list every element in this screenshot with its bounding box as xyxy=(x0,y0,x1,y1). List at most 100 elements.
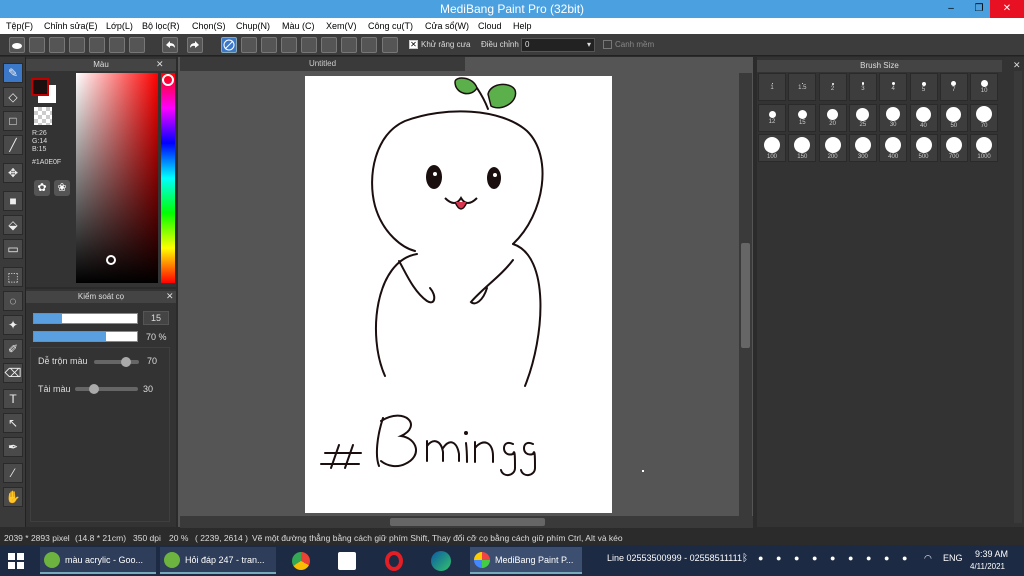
divide-tool-icon[interactable]: ✒ xyxy=(3,437,23,457)
gradient-tool-icon[interactable]: ▭ xyxy=(3,239,23,259)
clock-date[interactable]: 4/11/2021 xyxy=(970,562,1005,571)
brush-size-option[interactable]: 5 xyxy=(909,73,938,101)
close-icon[interactable]: ✕ xyxy=(166,291,174,302)
brush-size-option[interactable]: 10 xyxy=(970,73,999,101)
brush-size-option[interactable]: 4 xyxy=(879,73,908,101)
brush-size-option[interactable]: 40 xyxy=(909,103,938,132)
select-tool-icon[interactable]: ⬚ xyxy=(3,267,23,287)
tray-app-icon[interactable]: ● xyxy=(830,553,835,563)
bucket-tool-icon[interactable]: ⬙ xyxy=(3,215,23,235)
clock-time[interactable]: 9:39 AM xyxy=(975,549,1008,559)
hue-slider[interactable] xyxy=(161,73,175,283)
cross-snap-icon[interactable] xyxy=(261,37,277,53)
comment-icon[interactable] xyxy=(49,37,65,53)
curve-snap-icon[interactable] xyxy=(341,37,357,53)
taskbar-app-chrome-2[interactable]: Hỏi đáp 247 - tran... xyxy=(160,547,276,574)
brush-size-option[interactable]: 1 xyxy=(758,73,786,101)
pinned-app-icon[interactable] xyxy=(338,552,356,570)
menu-select[interactable]: Chọn(S) xyxy=(192,21,226,31)
menu-color[interactable]: Màu (C) xyxy=(282,21,315,31)
saturation-value-picker[interactable] xyxy=(76,73,158,283)
tray-app-icon[interactable]: ● xyxy=(758,553,763,563)
operation-tool-icon[interactable]: ↖ xyxy=(3,413,23,433)
menu-file[interactable]: Tệp(F) xyxy=(6,21,33,31)
brush-size-option[interactable]: 12 xyxy=(758,103,786,132)
vanishing-snap-icon[interactable] xyxy=(281,37,297,53)
restore-button[interactable]: ❐ xyxy=(966,0,992,18)
brush-size-option[interactable]: 7 xyxy=(939,73,968,101)
minimize-button[interactable]: – xyxy=(938,0,964,18)
tray-app-icon[interactable]: ● xyxy=(902,553,907,563)
taskbar-app-medibang[interactable]: MediBang Paint P... xyxy=(470,547,582,574)
document-tab[interactable]: Untitled xyxy=(180,57,465,71)
message-icon[interactable] xyxy=(69,37,85,53)
horizontal-scrollbar[interactable] xyxy=(180,516,753,528)
foreground-color-swatch[interactable] xyxy=(31,78,49,96)
adjust-select[interactable]: 0 ▾ xyxy=(521,38,595,52)
palette-icon[interactable]: ✿ xyxy=(34,180,50,196)
tray-app-icon[interactable]: ● xyxy=(884,553,889,563)
eyedropper-icon[interactable]: ⁄ xyxy=(3,463,23,483)
eraser-tool-icon[interactable]: ◇ xyxy=(3,87,23,107)
brush-tool-icon[interactable]: ✎ xyxy=(3,63,23,83)
radial-snap-icon[interactable] xyxy=(301,37,317,53)
brush-size-option[interactable]: 2 xyxy=(818,73,847,101)
tray-app-icon[interactable]: ● xyxy=(794,553,799,563)
brush-size-option[interactable]: 300 xyxy=(848,134,877,162)
tray-app-icon[interactable]: ● xyxy=(776,553,781,563)
mix-knob[interactable] xyxy=(120,357,131,367)
circle-snap-icon[interactable] xyxy=(361,37,377,53)
close-icon[interactable]: ✕ xyxy=(156,59,164,70)
transparent-swatch[interactable] xyxy=(34,107,52,125)
brush-size-option[interactable]: 400 xyxy=(879,134,908,162)
dot-tool-icon[interactable]: □ xyxy=(3,111,23,131)
edge-checkbox[interactable] xyxy=(603,40,612,49)
opera-icon[interactable] xyxy=(385,551,403,571)
lasso-tool-icon[interactable]: ◌ xyxy=(3,291,23,311)
close-icon[interactable]: ✕ xyxy=(1013,60,1021,71)
text-tool-icon[interactable]: T xyxy=(3,389,23,409)
brush-size-option[interactable]: 25 xyxy=(848,103,877,132)
brush-size-option[interactable]: 200 xyxy=(818,134,847,162)
menu-cloud[interactable]: Cloud xyxy=(478,21,502,31)
brush-opacity-bar[interactable] xyxy=(33,331,138,342)
edge-icon[interactable] xyxy=(431,551,451,571)
mix-slider[interactable] xyxy=(94,357,139,367)
vertical-scrollbar[interactable] xyxy=(739,73,752,516)
vertical-scroll-thumb[interactable] xyxy=(741,243,750,348)
brush-size-option[interactable]: 1000 xyxy=(970,134,999,162)
wifi-icon[interactable]: ◠ xyxy=(924,553,932,564)
menu-view[interactable]: Xem(V) xyxy=(326,21,357,31)
brush-size-value[interactable]: 15 xyxy=(143,311,169,325)
document-icon[interactable] xyxy=(89,37,105,53)
brush-size-option[interactable]: 3 xyxy=(848,73,877,101)
brush-size-option[interactable]: 500 xyxy=(909,134,938,162)
brush-size-option[interactable]: 1.5 xyxy=(788,73,817,101)
brush-size-scrollbar[interactable] xyxy=(1014,71,1022,523)
palette-add-icon[interactable]: ❀ xyxy=(54,180,70,196)
brush-size-option[interactable]: 70 xyxy=(970,103,999,132)
share-icon[interactable] xyxy=(29,37,45,53)
hue-cursor[interactable] xyxy=(162,74,174,86)
brush-size-option[interactable]: 20 xyxy=(818,103,847,132)
brush-size-option[interactable]: 100 xyxy=(758,134,786,162)
tray-app-icon[interactable]: ● xyxy=(848,553,853,563)
bluetooth-icon[interactable]: ᛒ xyxy=(742,553,748,564)
chrome-icon[interactable] xyxy=(292,552,310,570)
move-tool-icon[interactable]: ✥ xyxy=(3,163,23,183)
color-cursor[interactable] xyxy=(106,255,116,265)
close-button[interactable]: ✕ xyxy=(990,0,1024,18)
brush-size-option[interactable]: 30 xyxy=(879,103,908,132)
select-eraser-icon[interactable]: ⌫ xyxy=(3,363,23,383)
hand-tool-icon[interactable]: ✋ xyxy=(3,487,23,507)
tray-app-icon[interactable]: ● xyxy=(812,553,817,563)
menu-help[interactable]: Help xyxy=(513,21,532,31)
grid-icon[interactable] xyxy=(129,37,145,53)
taskbar-app-chrome-1[interactable]: màu acrylic - Goo... xyxy=(40,547,156,574)
brush-size-option[interactable]: 15 xyxy=(788,103,817,132)
brush-size-bar[interactable] xyxy=(33,313,138,324)
concentric-snap-icon[interactable] xyxy=(321,37,337,53)
tray-app-icon[interactable]: ● xyxy=(866,553,871,563)
menu-filter[interactable]: Bộ lọc(R) xyxy=(142,21,180,31)
brush-size-option[interactable]: 150 xyxy=(788,134,817,162)
